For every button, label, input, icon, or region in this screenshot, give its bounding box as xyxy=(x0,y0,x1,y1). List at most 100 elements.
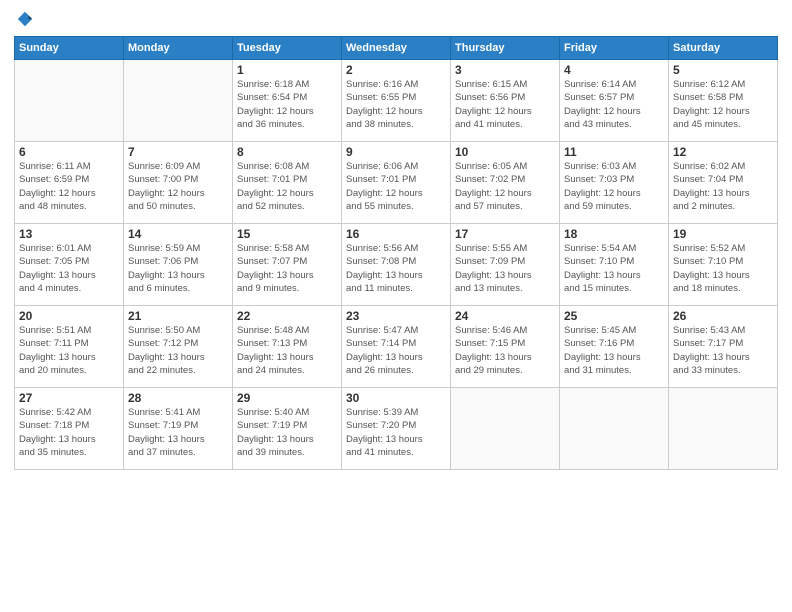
day-info: Sunrise: 5:43 AM Sunset: 7:17 PM Dayligh… xyxy=(673,324,773,377)
day-info: Sunrise: 5:39 AM Sunset: 7:20 PM Dayligh… xyxy=(346,406,446,459)
calendar-cell: 11Sunrise: 6:03 AM Sunset: 7:03 PM Dayli… xyxy=(560,142,669,224)
day-number: 16 xyxy=(346,227,446,241)
day-number: 10 xyxy=(455,145,555,159)
day-info: Sunrise: 5:58 AM Sunset: 7:07 PM Dayligh… xyxy=(237,242,337,295)
day-info: Sunrise: 5:54 AM Sunset: 7:10 PM Dayligh… xyxy=(564,242,664,295)
col-header-monday: Monday xyxy=(124,37,233,60)
day-number: 17 xyxy=(455,227,555,241)
col-header-saturday: Saturday xyxy=(669,37,778,60)
day-info: Sunrise: 6:08 AM Sunset: 7:01 PM Dayligh… xyxy=(237,160,337,213)
calendar-cell: 8Sunrise: 6:08 AM Sunset: 7:01 PM Daylig… xyxy=(233,142,342,224)
calendar-table: SundayMondayTuesdayWednesdayThursdayFrid… xyxy=(14,36,778,470)
day-info: Sunrise: 5:48 AM Sunset: 7:13 PM Dayligh… xyxy=(237,324,337,377)
day-number: 22 xyxy=(237,309,337,323)
day-number: 9 xyxy=(346,145,446,159)
day-info: Sunrise: 6:02 AM Sunset: 7:04 PM Dayligh… xyxy=(673,160,773,213)
day-number: 2 xyxy=(346,63,446,77)
col-header-tuesday: Tuesday xyxy=(233,37,342,60)
calendar-cell xyxy=(560,388,669,470)
calendar-week-4: 20Sunrise: 5:51 AM Sunset: 7:11 PM Dayli… xyxy=(15,306,778,388)
header xyxy=(14,10,778,28)
day-info: Sunrise: 5:59 AM Sunset: 7:06 PM Dayligh… xyxy=(128,242,228,295)
day-number: 7 xyxy=(128,145,228,159)
calendar-cell: 26Sunrise: 5:43 AM Sunset: 7:17 PM Dayli… xyxy=(669,306,778,388)
calendar-cell xyxy=(15,60,124,142)
day-number: 5 xyxy=(673,63,773,77)
calendar-cell: 12Sunrise: 6:02 AM Sunset: 7:04 PM Dayli… xyxy=(669,142,778,224)
day-info: Sunrise: 6:09 AM Sunset: 7:00 PM Dayligh… xyxy=(128,160,228,213)
day-info: Sunrise: 5:51 AM Sunset: 7:11 PM Dayligh… xyxy=(19,324,119,377)
day-info: Sunrise: 6:11 AM Sunset: 6:59 PM Dayligh… xyxy=(19,160,119,213)
day-info: Sunrise: 6:05 AM Sunset: 7:02 PM Dayligh… xyxy=(455,160,555,213)
calendar-cell: 13Sunrise: 6:01 AM Sunset: 7:05 PM Dayli… xyxy=(15,224,124,306)
calendar-cell: 28Sunrise: 5:41 AM Sunset: 7:19 PM Dayli… xyxy=(124,388,233,470)
day-number: 14 xyxy=(128,227,228,241)
day-info: Sunrise: 5:41 AM Sunset: 7:19 PM Dayligh… xyxy=(128,406,228,459)
calendar-cell: 4Sunrise: 6:14 AM Sunset: 6:57 PM Daylig… xyxy=(560,60,669,142)
calendar-cell: 21Sunrise: 5:50 AM Sunset: 7:12 PM Dayli… xyxy=(124,306,233,388)
calendar-cell: 3Sunrise: 6:15 AM Sunset: 6:56 PM Daylig… xyxy=(451,60,560,142)
day-number: 28 xyxy=(128,391,228,405)
day-info: Sunrise: 6:18 AM Sunset: 6:54 PM Dayligh… xyxy=(237,78,337,131)
calendar-cell: 10Sunrise: 6:05 AM Sunset: 7:02 PM Dayli… xyxy=(451,142,560,224)
page: SundayMondayTuesdayWednesdayThursdayFrid… xyxy=(0,0,792,612)
day-info: Sunrise: 6:16 AM Sunset: 6:55 PM Dayligh… xyxy=(346,78,446,131)
day-info: Sunrise: 5:47 AM Sunset: 7:14 PM Dayligh… xyxy=(346,324,446,377)
day-number: 29 xyxy=(237,391,337,405)
day-number: 19 xyxy=(673,227,773,241)
day-info: Sunrise: 6:01 AM Sunset: 7:05 PM Dayligh… xyxy=(19,242,119,295)
calendar-cell: 27Sunrise: 5:42 AM Sunset: 7:18 PM Dayli… xyxy=(15,388,124,470)
day-info: Sunrise: 5:52 AM Sunset: 7:10 PM Dayligh… xyxy=(673,242,773,295)
day-info: Sunrise: 6:03 AM Sunset: 7:03 PM Dayligh… xyxy=(564,160,664,213)
calendar-cell xyxy=(669,388,778,470)
day-info: Sunrise: 6:15 AM Sunset: 6:56 PM Dayligh… xyxy=(455,78,555,131)
day-number: 8 xyxy=(237,145,337,159)
calendar-week-1: 1Sunrise: 6:18 AM Sunset: 6:54 PM Daylig… xyxy=(15,60,778,142)
day-number: 21 xyxy=(128,309,228,323)
day-info: Sunrise: 6:12 AM Sunset: 6:58 PM Dayligh… xyxy=(673,78,773,131)
day-number: 23 xyxy=(346,309,446,323)
day-number: 24 xyxy=(455,309,555,323)
day-info: Sunrise: 5:40 AM Sunset: 7:19 PM Dayligh… xyxy=(237,406,337,459)
day-number: 12 xyxy=(673,145,773,159)
col-header-wednesday: Wednesday xyxy=(342,37,451,60)
calendar-cell: 19Sunrise: 5:52 AM Sunset: 7:10 PM Dayli… xyxy=(669,224,778,306)
calendar-cell: 2Sunrise: 6:16 AM Sunset: 6:55 PM Daylig… xyxy=(342,60,451,142)
day-number: 11 xyxy=(564,145,664,159)
calendar-cell: 5Sunrise: 6:12 AM Sunset: 6:58 PM Daylig… xyxy=(669,60,778,142)
calendar-cell: 15Sunrise: 5:58 AM Sunset: 7:07 PM Dayli… xyxy=(233,224,342,306)
day-number: 25 xyxy=(564,309,664,323)
calendar-cell: 30Sunrise: 5:39 AM Sunset: 7:20 PM Dayli… xyxy=(342,388,451,470)
day-number: 18 xyxy=(564,227,664,241)
day-number: 30 xyxy=(346,391,446,405)
calendar-cell: 16Sunrise: 5:56 AM Sunset: 7:08 PM Dayli… xyxy=(342,224,451,306)
calendar-week-2: 6Sunrise: 6:11 AM Sunset: 6:59 PM Daylig… xyxy=(15,142,778,224)
calendar-week-5: 27Sunrise: 5:42 AM Sunset: 7:18 PM Dayli… xyxy=(15,388,778,470)
calendar-cell xyxy=(451,388,560,470)
calendar-cell: 17Sunrise: 5:55 AM Sunset: 7:09 PM Dayli… xyxy=(451,224,560,306)
calendar-cell: 24Sunrise: 5:46 AM Sunset: 7:15 PM Dayli… xyxy=(451,306,560,388)
calendar-cell: 20Sunrise: 5:51 AM Sunset: 7:11 PM Dayli… xyxy=(15,306,124,388)
day-number: 26 xyxy=(673,309,773,323)
day-info: Sunrise: 5:45 AM Sunset: 7:16 PM Dayligh… xyxy=(564,324,664,377)
calendar-week-3: 13Sunrise: 6:01 AM Sunset: 7:05 PM Dayli… xyxy=(15,224,778,306)
day-number: 27 xyxy=(19,391,119,405)
day-number: 4 xyxy=(564,63,664,77)
day-number: 15 xyxy=(237,227,337,241)
day-info: Sunrise: 6:14 AM Sunset: 6:57 PM Dayligh… xyxy=(564,78,664,131)
calendar-cell: 25Sunrise: 5:45 AM Sunset: 7:16 PM Dayli… xyxy=(560,306,669,388)
calendar-cell: 6Sunrise: 6:11 AM Sunset: 6:59 PM Daylig… xyxy=(15,142,124,224)
day-info: Sunrise: 6:06 AM Sunset: 7:01 PM Dayligh… xyxy=(346,160,446,213)
day-number: 20 xyxy=(19,309,119,323)
calendar-cell: 7Sunrise: 6:09 AM Sunset: 7:00 PM Daylig… xyxy=(124,142,233,224)
day-info: Sunrise: 5:56 AM Sunset: 7:08 PM Dayligh… xyxy=(346,242,446,295)
calendar-cell xyxy=(124,60,233,142)
day-info: Sunrise: 5:42 AM Sunset: 7:18 PM Dayligh… xyxy=(19,406,119,459)
logo-text xyxy=(14,10,34,28)
day-number: 13 xyxy=(19,227,119,241)
col-header-friday: Friday xyxy=(560,37,669,60)
calendar-cell: 29Sunrise: 5:40 AM Sunset: 7:19 PM Dayli… xyxy=(233,388,342,470)
calendar-cell: 1Sunrise: 6:18 AM Sunset: 6:54 PM Daylig… xyxy=(233,60,342,142)
day-number: 1 xyxy=(237,63,337,77)
calendar-cell: 14Sunrise: 5:59 AM Sunset: 7:06 PM Dayli… xyxy=(124,224,233,306)
